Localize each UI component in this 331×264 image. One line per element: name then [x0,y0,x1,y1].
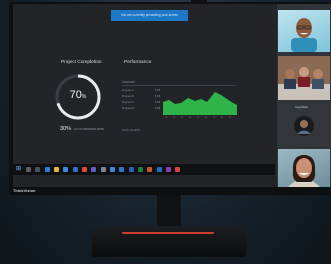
x-tick: 40 [189,117,192,119]
participant-video-2-group [278,56,330,100]
participant-video-1[interactable] [278,10,330,52]
calendar-icon[interactable] [119,167,124,172]
participant-avatar [294,116,314,136]
settings-icon[interactable] [101,167,106,172]
participant-avatar-tile[interactable]: Greg Martin [278,104,330,146]
performance-area-chart [163,92,237,115]
monitor-stand-neck [157,195,181,228]
participant-name: Greg Martin [295,106,309,109]
x-tick: 80 [221,117,224,119]
word-icon[interactable] [129,167,134,172]
total-access-label: TOTAL ACCESS [122,129,140,132]
x-tick: 90 [229,117,232,119]
performance-row: Progress C8 KB [122,101,161,104]
search-icon[interactable] [26,167,31,172]
file-explorer-icon[interactable] [54,167,59,172]
participant-video-3-person [288,155,320,187]
outlook-icon[interactable] [157,167,162,172]
participant-video-2[interactable] [278,56,330,100]
skype-icon[interactable] [175,167,180,172]
remaining-value: 30% [60,126,72,132]
participant-video-1-person [291,18,317,52]
performance-row: Progress A8 KB [122,89,161,92]
remaining-stat: 30% OUT OF REMAINING WORK [60,126,104,132]
x-tick: 10 [165,117,168,119]
teams-icon[interactable] [91,167,96,172]
performance-header: OVERVIEW [122,81,135,84]
start-icon[interactable]: ⊞ [16,166,22,172]
taskbar: ⊞ [13,164,275,175]
photos-icon[interactable] [110,167,115,172]
performance-title: Performance [124,60,152,65]
x-tick: 60 [205,117,208,119]
screen: You are currently presenting your screen… [13,4,331,187]
task-view-icon[interactable] [35,167,40,172]
store-icon[interactable] [63,167,68,172]
monitor-stand-base [92,226,246,257]
performance-row: Progress B8 KB [122,95,161,98]
stand-accent-light [122,232,214,234]
x-tick: 50 [197,117,200,119]
performance-row: Progress D8 KB [122,107,161,110]
onenote-icon[interactable] [166,167,171,172]
x-tick: 30 [181,117,184,119]
remaining-note: OUT OF REMAINING WORK [74,129,105,131]
brand-logo: ThinkVision [13,189,36,193]
mail-icon[interactable] [73,167,78,172]
excel-icon[interactable] [138,167,143,172]
divider [122,85,236,86]
presenting-banner[interactable]: You are currently presenting your screen [111,10,188,21]
edge-icon[interactable] [45,167,50,172]
x-tick: 20 [173,117,176,119]
performance-area [163,92,237,115]
x-tick: 70 [213,117,216,119]
participants-panel: Greg Martin [277,4,331,187]
participant-video-3[interactable] [278,149,330,187]
powerpoint-icon[interactable] [147,167,152,172]
chrome-icon[interactable] [82,167,87,172]
completion-percent: 70% [69,89,87,101]
project-completion-title: Project Completion [61,60,102,65]
